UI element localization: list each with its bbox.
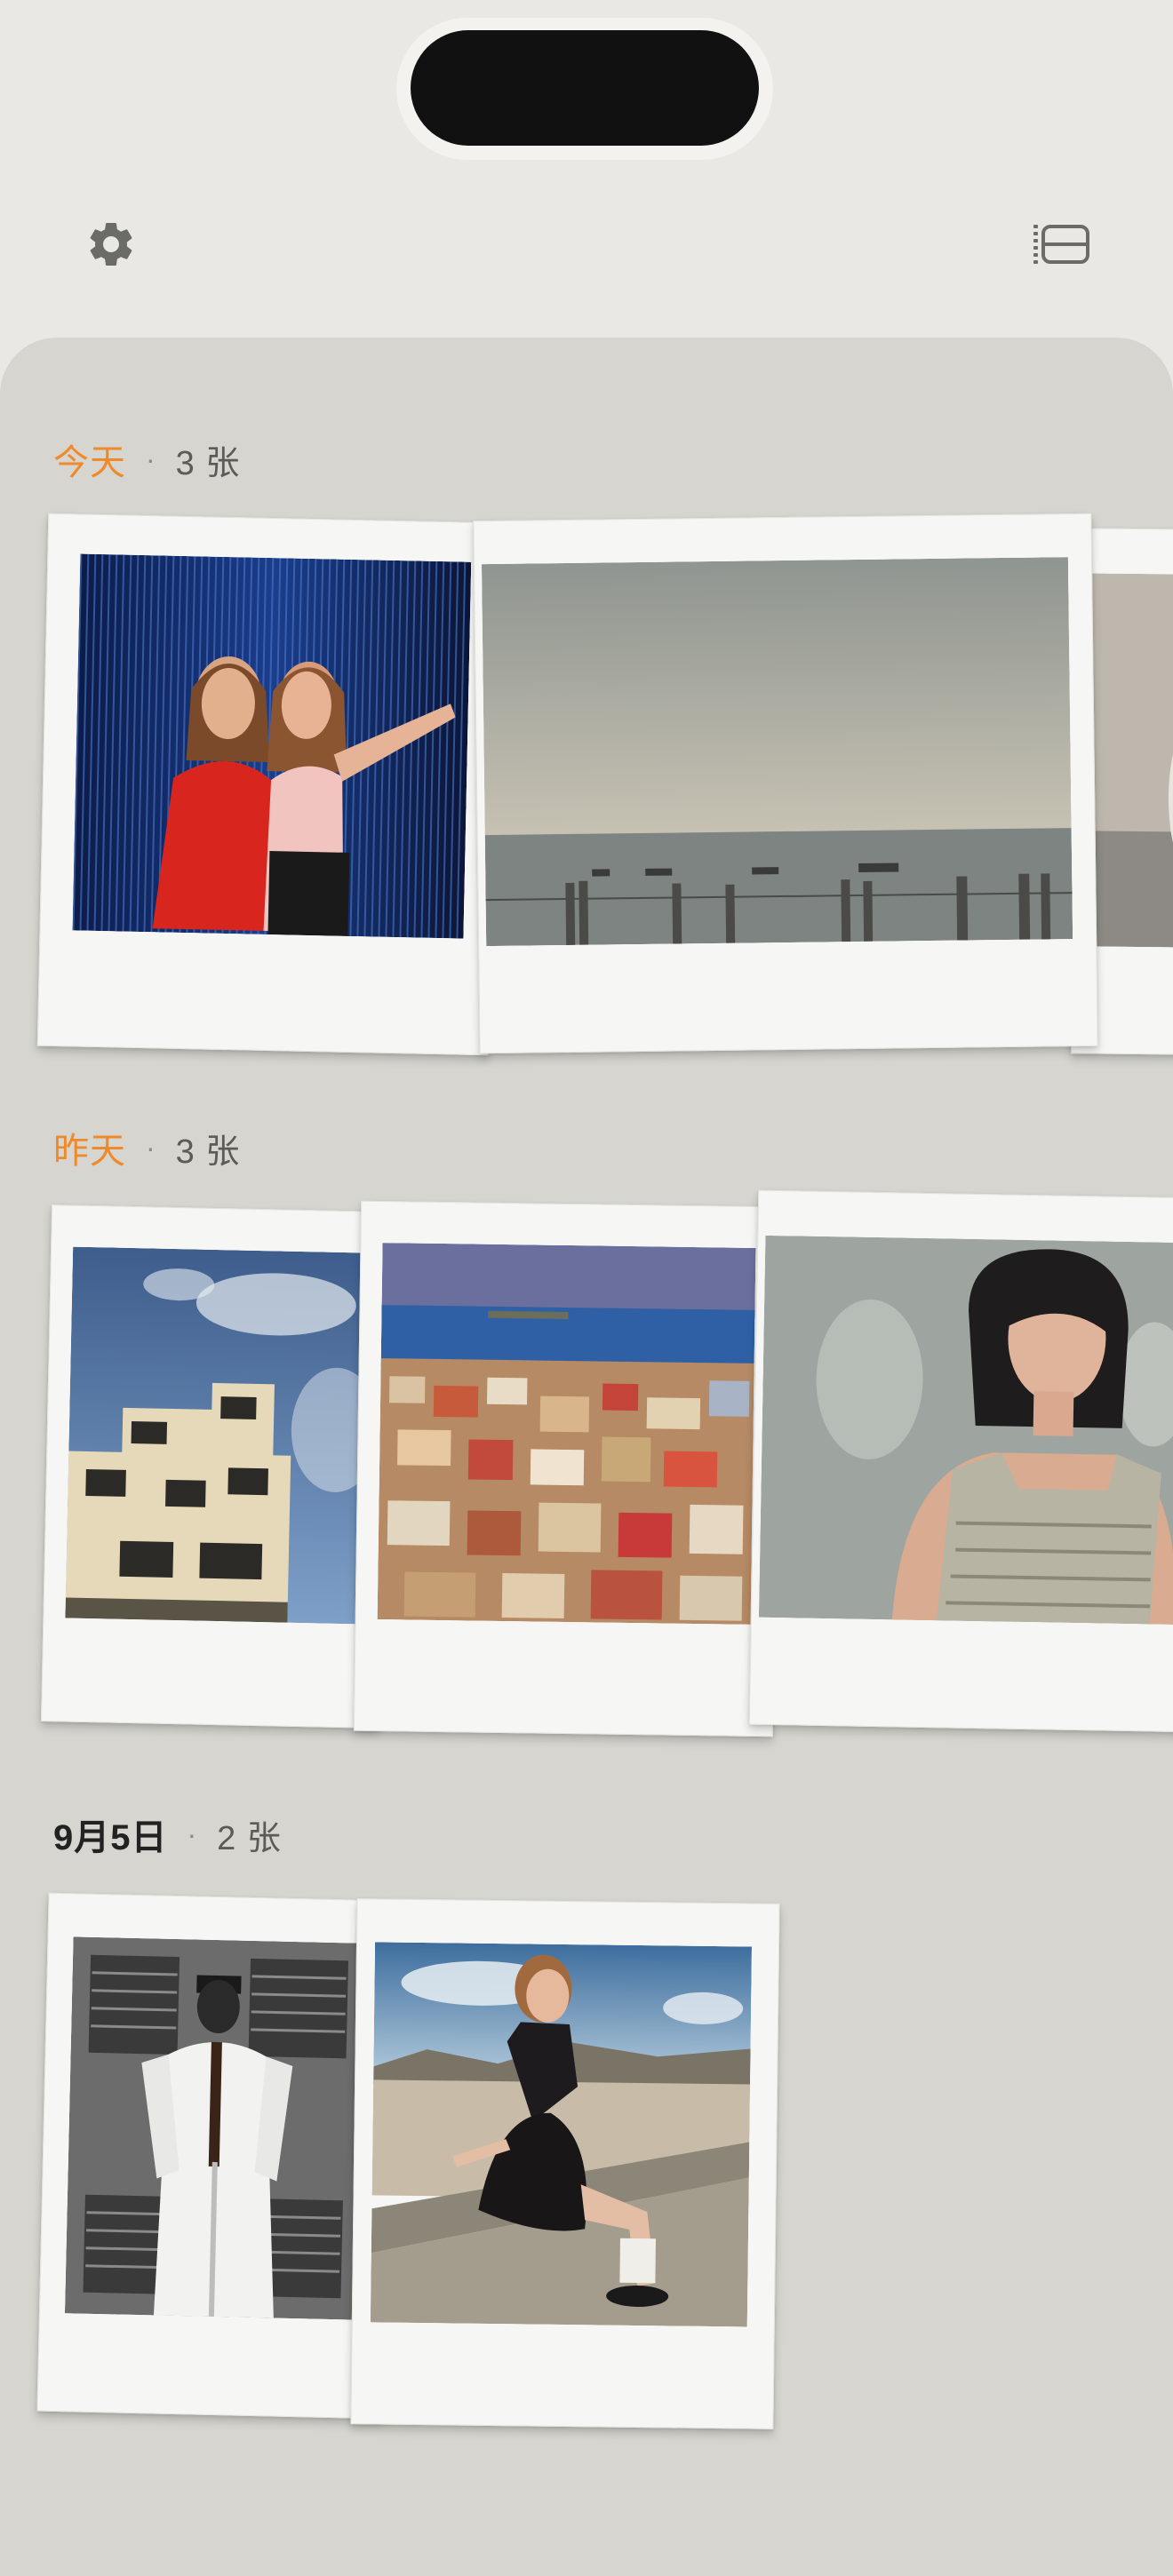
dynamic-island [396,18,773,160]
section-title: 9月5日 [53,1818,168,1857]
section-header-today: 今天 · 3 张 [53,433,240,486]
photo-card[interactable] [353,1200,781,1737]
section-separator: · [146,442,156,475]
photo-man-white-suit [64,1936,367,2320]
photo-card[interactable] [40,1205,390,1729]
photo-card[interactable] [350,1898,780,2429]
settings-button[interactable] [76,209,147,280]
section-title: 今天 [53,443,126,482]
section-separator: · [146,1131,156,1164]
section-header-yesterday: 昨天 · 3 张 [53,1121,240,1174]
photo-modern-building [65,1246,367,1625]
layout-toggle-button[interactable] [1026,209,1097,280]
photo-card[interactable] [473,513,1098,1054]
photo-card[interactable] [748,1189,1173,1733]
photo-card[interactable] [36,1892,394,2420]
stack-layout-icon [1033,225,1089,264]
photo-city-coast [377,1243,756,1625]
section-count: 2 张 [217,1819,282,1857]
photo-cat [1087,573,1173,948]
section-separator: · [187,1817,198,1850]
photo-card[interactable] [36,513,500,1056]
section-count: 3 张 [175,1133,241,1171]
section-count: 3 张 [175,444,241,482]
photo-woman-rooftop [370,1942,753,2327]
section-title: 昨天 [53,1132,126,1171]
photo-girl-portrait [758,1235,1173,1625]
dynamic-island-pill [411,30,759,146]
photo-seaside-pier [481,557,1073,947]
section-header-sep-5: 9月5日 · 2 张 [53,1808,282,1861]
gear-icon [90,222,132,266]
photo-party-friends [72,553,472,939]
